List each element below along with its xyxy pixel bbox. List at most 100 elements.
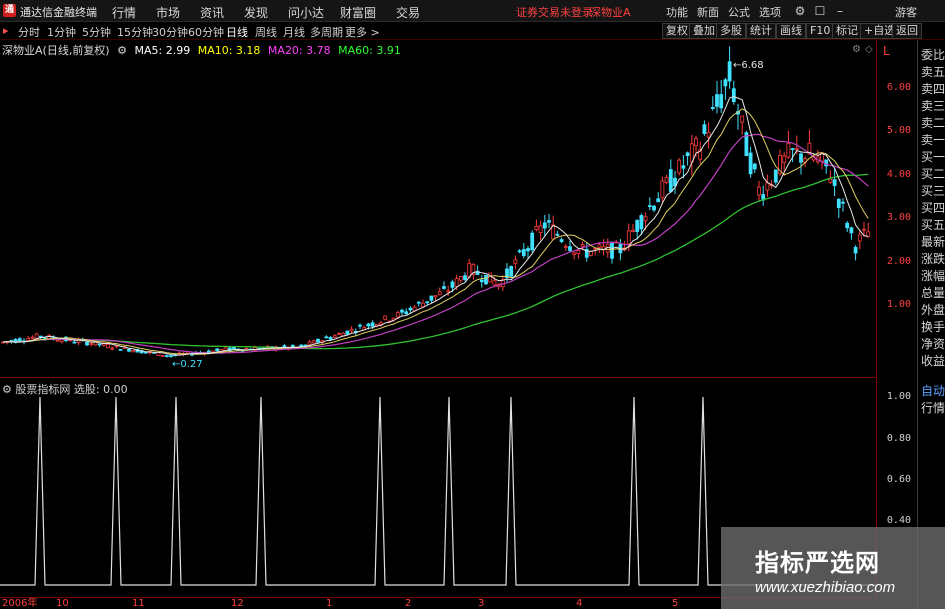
candle-body (836, 198, 841, 208)
candle-body (425, 301, 430, 304)
side-item-buy4[interactable]: 买四 (921, 201, 945, 216)
menu-item-market[interactable]: 行情 (112, 4, 136, 21)
side-item-auto[interactable]: 自动 (921, 384, 945, 399)
candle-body (215, 348, 220, 352)
side-item-buy1[interactable]: 买一 (921, 150, 945, 165)
menu-item-news[interactable]: 资讯 (200, 4, 224, 21)
toolbar-adjust-button[interactable]: 复权 (662, 23, 692, 39)
menu-item-wealth[interactable]: 财富圈 (340, 4, 376, 21)
candle-body (576, 250, 581, 254)
skin-icon[interactable]: ☐ (812, 3, 828, 19)
candle-body (379, 322, 383, 325)
time-tick: 10 (56, 598, 69, 609)
side-item-sell2[interactable]: 卖二 (921, 116, 945, 131)
period-tab-weekly[interactable]: 周线 (255, 24, 277, 40)
chart-title[interactable]: 深物业A(日线,前复权) (2, 44, 110, 57)
side-item-net-assets[interactable]: 净资 (921, 337, 945, 352)
period-tab-monthly[interactable]: 月线 (283, 24, 305, 40)
candle-body (719, 94, 724, 109)
candle-body (429, 295, 434, 301)
side-item-change[interactable]: 涨跌 (921, 252, 945, 267)
candle-body (568, 246, 572, 252)
side-item-volume[interactable]: 总量 (921, 286, 945, 301)
settings-icon[interactable]: ⚙ (792, 3, 808, 19)
menu-item-options[interactable]: 选项 (759, 4, 781, 20)
period-tab-5min[interactable]: 5分钟 (82, 24, 111, 40)
side-item-sell3[interactable]: 卖三 (921, 99, 945, 114)
toolbar-f10-button[interactable]: F10 (806, 23, 835, 39)
menu-item-new-page[interactable]: 新面 (697, 4, 719, 20)
period-tab-30min[interactable]: 30分钟 (152, 24, 188, 40)
candle-body (799, 153, 803, 163)
candle-body (43, 337, 47, 340)
toolbar-mark-button[interactable]: 标记 (832, 23, 862, 39)
menu-item-formula[interactable]: 公式 (728, 4, 750, 20)
time-tick: 3 (478, 598, 485, 609)
candle-body (437, 291, 442, 296)
candle-body (513, 259, 518, 264)
indicator-name[interactable]: 股票指标网 (15, 383, 70, 396)
side-item-quote[interactable]: 行情 (921, 401, 945, 416)
menu-item-exchange[interactable]: 市场 (156, 4, 180, 21)
candle-body (841, 201, 845, 204)
side-item-outer[interactable]: 外盘 (921, 303, 945, 318)
candle-body (652, 205, 656, 211)
minimize-icon[interactable]: – (832, 3, 848, 19)
menu-item-ask[interactable]: 问小达 (288, 4, 324, 21)
period-tab-60min[interactable]: 60分钟 (188, 24, 224, 40)
candlestick-chart[interactable]: ←6.68 ←0.27 ⚙ ◇ (0, 40, 876, 378)
candle-body (479, 279, 484, 283)
time-tick: 2 (405, 598, 412, 609)
user-label[interactable]: 游客 (895, 4, 917, 20)
period-tab-1min[interactable]: 1分钟 (47, 24, 76, 40)
toolbar-stats-button[interactable]: 统计 (746, 23, 776, 39)
toolbar-draw-button[interactable]: 画线 (776, 23, 806, 39)
period-tab-15min[interactable]: 15分钟 (117, 24, 153, 40)
login-status[interactable]: 证券交易未登录 (516, 4, 593, 20)
side-item-buy5[interactable]: 买五 (921, 218, 945, 233)
side-item-sell4[interactable]: 卖四 (921, 82, 945, 97)
candle-body (433, 295, 438, 298)
menu-item-function[interactable]: 功能 (666, 4, 688, 20)
side-item-sell1[interactable]: 卖一 (921, 133, 945, 148)
indicator-tick: 0.40 (886, 515, 911, 526)
legend-gear-icon[interactable]: ⚙ (117, 44, 127, 57)
side-item-buy3[interactable]: 买三 (921, 184, 945, 199)
candle-body (580, 244, 585, 247)
side-item-latest[interactable]: 最新 (921, 235, 945, 250)
period-tab-daily[interactable]: 日线 (226, 24, 248, 40)
candle-body (794, 147, 799, 150)
candle-body (542, 222, 547, 229)
toolbar-multi-stock-button[interactable]: 多股 (716, 23, 746, 39)
low-annotation: ←0.27 (172, 359, 203, 370)
candle-body (328, 337, 333, 340)
side-item-earnings[interactable]: 收益 (921, 354, 945, 369)
side-item-weibi[interactable]: 委比 (921, 48, 945, 63)
indicator-tick: 0.80 (886, 433, 911, 444)
period-tab-more[interactable]: 更多 > (345, 24, 380, 40)
panel-settings-icon: ⚙ (852, 44, 861, 55)
app-title: 通达信金融终端 (20, 6, 97, 19)
side-item-sell5[interactable]: 卖五 (921, 65, 945, 80)
candle-body (416, 301, 421, 304)
candle-body (450, 281, 455, 288)
menu-item-discover[interactable]: 发现 (244, 4, 268, 21)
toolbar-back-button[interactable]: 返回 (892, 23, 922, 39)
main-chart-panel[interactable]: ←6.68 ←0.27 ⚙ ◇ (0, 40, 876, 378)
side-item-buy2[interactable]: 买二 (921, 167, 945, 182)
toolbar-overlay-button[interactable]: 叠加 (689, 23, 719, 39)
period-tab-multi[interactable]: 多周期 (310, 24, 343, 40)
side-item-change-pct[interactable]: 涨幅 (921, 269, 945, 284)
candle-body (55, 339, 60, 342)
indicator-gear-icon[interactable]: ⚙ (2, 383, 12, 396)
axis-mode-toggle[interactable]: L (883, 44, 890, 58)
period-left-icon[interactable]: ▸ (3, 24, 9, 37)
candle-body (786, 142, 791, 158)
candle-body (832, 179, 837, 186)
candle-body (307, 341, 312, 346)
menu-item-trade[interactable]: 交易 (396, 4, 420, 21)
candles-group (1, 46, 871, 358)
period-tab-intraday[interactable]: 分时 (18, 24, 40, 40)
candle-body (563, 245, 568, 248)
side-item-turnover[interactable]: 换手 (921, 320, 945, 335)
